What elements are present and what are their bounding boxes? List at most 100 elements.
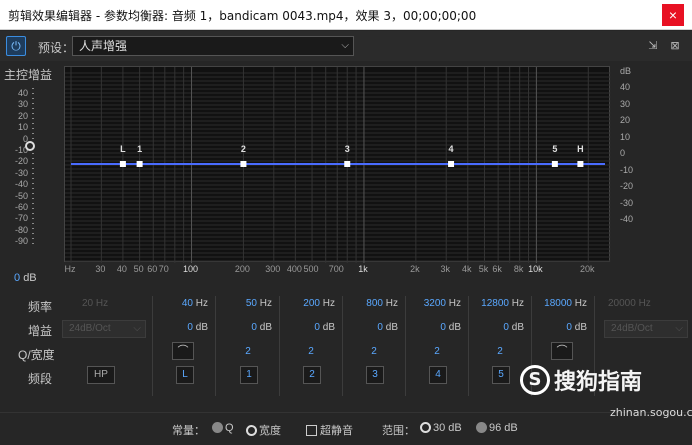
band-gain[interactable]: 0 dB — [314, 322, 335, 333]
eq-node-L[interactable] — [119, 161, 126, 167]
band-gain[interactable]: 0 dB — [251, 322, 272, 333]
band-q[interactable]: 2 — [409, 346, 465, 357]
band-frequency-value: 18000 — [544, 298, 572, 309]
band-gain[interactable]: 0 dB — [503, 322, 524, 333]
db-scale-tick: 10 — [620, 131, 631, 142]
band-frequency[interactable]: 12800 Hz — [481, 298, 524, 309]
band-frequency-value: 50 — [245, 298, 257, 309]
band-column: 50 Hz 0 dB 2 1 — [220, 296, 276, 396]
eq-node-3[interactable] — [344, 161, 351, 167]
band-frequency[interactable]: 50 Hz — [246, 298, 272, 309]
db-scale-tick: 30 — [620, 98, 631, 109]
constant-width-radio[interactable]: 宽度 — [246, 422, 281, 438]
eq-node-1[interactable] — [136, 161, 143, 167]
shelf-shape-icon[interactable]: ⌒ — [172, 342, 194, 360]
band-gain-value: 0 — [440, 322, 446, 333]
frequency-axis: Hz 30 40 50 60 70 100 200 300 400 500 700 1k 2k 3k 4k 5k… — [64, 264, 610, 278]
radio-icon — [476, 422, 487, 433]
close-icon[interactable]: × — [662, 4, 684, 26]
band-column: 3200 Hz 0 dB 2 4 — [409, 296, 465, 396]
footer: 常量： Q 宽度 超静音 范围： 30 dB 96 dB — [0, 412, 692, 445]
frequency-tick: 300 — [265, 264, 281, 274]
constant-q-radio[interactable]: Q — [212, 422, 234, 434]
band-q[interactable]: 2 — [346, 346, 402, 357]
hz-unit: Hz — [448, 298, 461, 309]
eq-node-4[interactable] — [448, 161, 455, 167]
band-frequency[interactable]: 40 Hz — [182, 298, 208, 309]
eq-node-2[interactable] — [240, 161, 247, 167]
band-frequency[interactable]: 3200 Hz — [424, 298, 461, 309]
db-scale-tick: 40 — [620, 82, 631, 92]
band-q[interactable]: 2 — [283, 346, 339, 357]
master-scale-tick: -50 — [14, 190, 28, 201]
lp-slope-select[interactable]: 24dB/Oct ⌵ — [604, 320, 688, 338]
shelf-shape-icon[interactable]: ⌒ — [551, 342, 573, 360]
band-gain[interactable]: 0 dB — [187, 322, 208, 333]
row-label-q-width: Q/宽度 — [18, 348, 55, 362]
frequency-tick: 700 — [328, 264, 344, 274]
frequency-tick: Hz — [64, 264, 76, 274]
band-frequency[interactable]: 18000 Hz — [544, 298, 587, 309]
sogou-logo: S — [520, 365, 550, 395]
band-gain[interactable]: 0 dB — [377, 322, 398, 333]
chevron-down-icon: ⌵ — [133, 323, 141, 334]
routing-icon[interactable]: ⇲ — [646, 39, 660, 53]
eq-node-label: 2 — [241, 144, 246, 154]
band-enable-button[interactable]: 2 — [303, 366, 321, 384]
band-q[interactable]: 2 — [472, 346, 528, 357]
master-scale-tick: 40 — [17, 88, 28, 98]
eq-node-label: L — [120, 144, 126, 154]
band-gain[interactable]: 0 dB — [440, 322, 461, 333]
master-gain-track[interactable] — [32, 88, 34, 248]
frequency-tick: 60 — [147, 264, 158, 274]
frequency-tick: 8k — [513, 264, 524, 274]
band-enable-button[interactable]: 1 — [240, 366, 258, 384]
band-enable-button[interactable]: 4 — [429, 366, 447, 384]
eq-node-label: 1 — [137, 144, 142, 154]
band-frequency[interactable]: 800 Hz — [366, 298, 398, 309]
preset-select[interactable]: 人声增强 ⌵ — [72, 36, 354, 56]
hz-unit: Hz — [385, 298, 398, 309]
db-scale-tick: 20 — [620, 115, 631, 125]
hp-band-button[interactable]: HP — [87, 366, 115, 384]
range-30db-radio[interactable]: 30 dB — [420, 422, 462, 434]
frequency-tick: 50 — [133, 264, 144, 274]
master-scale-tick: -70 — [14, 213, 28, 224]
eq-node-H[interactable] — [577, 161, 584, 167]
hp-slope-select[interactable]: 24dB/Oct ⌵ — [62, 320, 146, 338]
db-scale: dB 40 30 20 10 0 -10 -20 -30 -40 — [612, 66, 642, 256]
frequency-tick: 4k — [462, 264, 472, 274]
master-gain-value[interactable]: 0 dB — [14, 272, 37, 284]
lp-frequency[interactable]: 20000 Hz — [608, 298, 651, 309]
ultra-quiet-checkbox[interactable]: 超静音 — [306, 422, 353, 438]
hz-unit: Hz — [511, 298, 524, 309]
master-scale-tick: 0 — [22, 133, 28, 144]
remove-icon[interactable]: ⊠ — [668, 39, 682, 53]
frequency-tick: 5k — [478, 264, 489, 274]
band-enable-button[interactable]: L — [176, 366, 194, 384]
radio-icon — [246, 425, 257, 436]
constant-label: 常量： — [172, 425, 205, 437]
eq-node-label: 4 — [449, 144, 454, 154]
divider — [342, 296, 343, 396]
band-enable-button[interactable]: 3 — [366, 366, 384, 384]
master-gain-knob[interactable] — [25, 141, 35, 151]
band-enable-button[interactable]: 5 — [492, 366, 510, 384]
eq-node-label: 3 — [345, 144, 350, 154]
db-unit: dB — [385, 322, 398, 333]
band-q[interactable]: 2 — [220, 346, 276, 357]
eq-graph[interactable]: L 1 2 3 4 5 H — [64, 66, 611, 263]
band-frequency[interactable]: 200 Hz — [303, 298, 335, 309]
power-icon[interactable]: ⏻ — [6, 36, 26, 56]
eq-graph-canvas[interactable]: L 1 2 3 4 5 H — [65, 67, 611, 263]
hp-frequency[interactable]: 20 Hz — [82, 298, 108, 309]
range-96db-radio[interactable]: 96 dB — [476, 422, 518, 434]
row-label-gain: 增益 — [28, 324, 53, 338]
band-gain[interactable]: 0 dB — [566, 322, 587, 333]
divider — [152, 296, 153, 396]
eq-node-5[interactable] — [551, 161, 558, 167]
frequency-tick: 30 — [95, 264, 106, 274]
master-scale-tick: 20 — [17, 110, 28, 121]
band-frequency-value: 3200 — [423, 298, 446, 309]
band-frequency-value: 800 — [366, 298, 383, 309]
